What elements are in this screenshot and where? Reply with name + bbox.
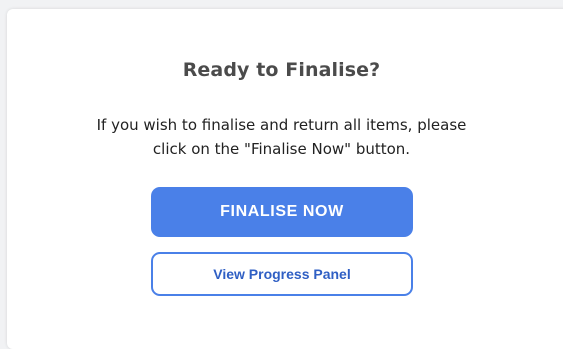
dialog-title: Ready to Finalise? — [182, 59, 381, 81]
finalise-now-button[interactable]: FINALISE NOW — [151, 187, 413, 237]
view-progress-panel-button[interactable]: View Progress Panel — [151, 252, 413, 296]
dialog-message: If you wish to finalise and return all i… — [0, 113, 563, 161]
dialog-message-line-1: If you wish to finalise and return all i… — [96, 116, 467, 134]
dialog-message-line-2: click on the "Finalise Now" button. — [152, 140, 411, 158]
